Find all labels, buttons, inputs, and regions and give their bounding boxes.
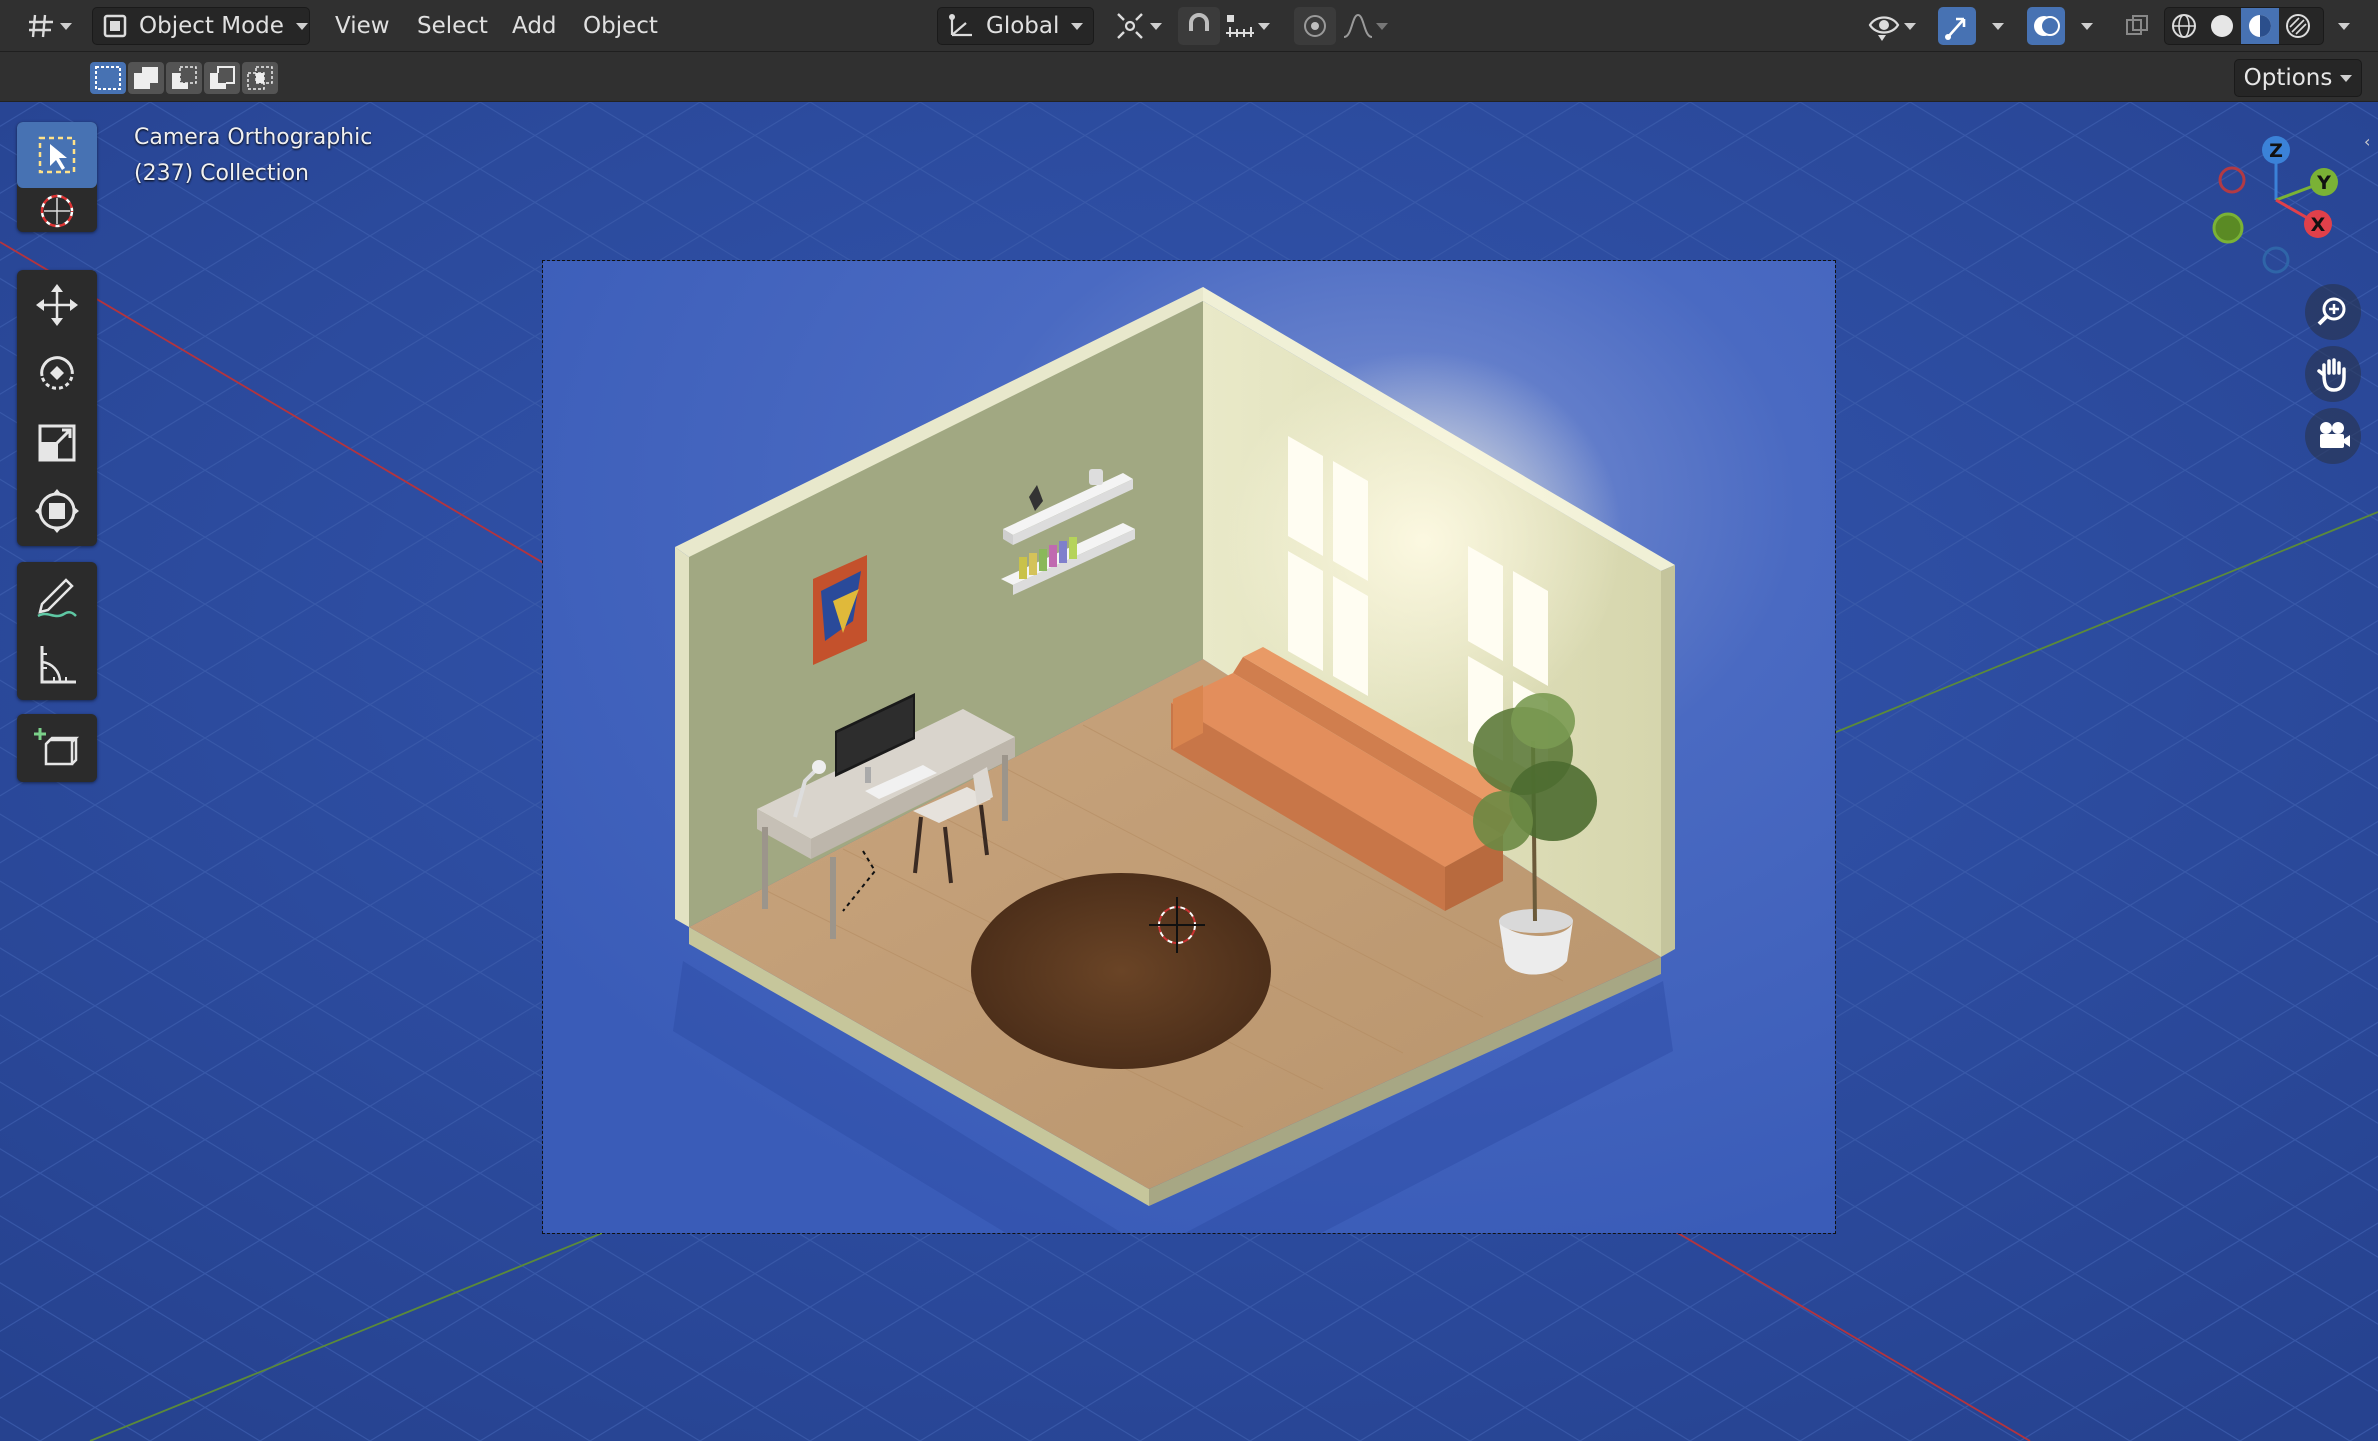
add-cube-icon	[34, 728, 80, 766]
room-render	[543, 261, 1835, 1233]
neg-z-axis-icon[interactable]	[2262, 246, 2290, 274]
z-axis-label: Z	[2269, 140, 2283, 162]
select-subtract-icon	[172, 66, 197, 89]
annotate-tool[interactable]	[17, 564, 97, 630]
wireframe-shading-button[interactable]	[2165, 8, 2203, 44]
camera-view-button[interactable]	[2305, 408, 2361, 464]
mode-dropdown[interactable]: Object Mode	[92, 7, 310, 45]
falloff-button[interactable]	[1340, 7, 1396, 45]
add-cube-tool[interactable]	[17, 716, 97, 782]
solid-shading-icon	[2211, 15, 2233, 37]
viewport-info: Camera Orthographic (237) Collection	[134, 120, 372, 192]
select-mode-intersect[interactable]	[242, 62, 278, 94]
navigation-gizmo[interactable]: Z Y X	[2198, 126, 2348, 286]
sidebar-toggle[interactable]: ‹	[2364, 132, 2378, 152]
select-extend-icon	[134, 67, 158, 89]
orientation-label: Global	[986, 13, 1060, 39]
annotate-tool-group	[17, 562, 97, 700]
gizmo-toggle[interactable]	[1938, 7, 1976, 45]
menu-select[interactable]: Select	[417, 10, 488, 42]
transform-tool-group	[17, 270, 97, 546]
select-box-icon	[38, 136, 76, 174]
snap-increment-icon	[1226, 15, 1254, 37]
select-mode-new[interactable]	[90, 62, 126, 94]
x-axis-label: X	[2311, 214, 2326, 236]
rotate-tool[interactable]	[17, 340, 97, 406]
object-mode-icon	[103, 14, 127, 38]
scale-icon	[38, 424, 76, 462]
grid-editor-icon	[29, 14, 53, 38]
solid-shading-button[interactable]	[2203, 8, 2241, 44]
shading-dropdown[interactable]	[2326, 7, 2360, 45]
annotate-pencil-icon	[37, 578, 77, 618]
editor-type-button[interactable]	[18, 7, 78, 45]
wireframe-shading-icon	[2172, 14, 2196, 38]
snap-magnet-icon	[1189, 13, 1209, 31]
overlays-toggle[interactable]	[2027, 7, 2065, 45]
camera-view-icon	[2320, 422, 2350, 448]
scale-tool[interactable]	[17, 410, 97, 476]
snap-target-button[interactable]	[1222, 7, 1280, 45]
material-shading-button[interactable]	[2241, 8, 2279, 44]
transform-icon	[35, 489, 79, 533]
measure-ruler-icon	[40, 646, 76, 684]
xray-toggle[interactable]	[2118, 7, 2156, 45]
add-tool-group	[17, 714, 97, 782]
neg-y-axis-icon[interactable]	[2212, 212, 2244, 244]
options-label: Options	[2243, 65, 2333, 91]
shading-group	[2164, 7, 2324, 45]
menu-view[interactable]: View	[335, 10, 390, 42]
snap-toggle[interactable]	[1178, 7, 1220, 45]
select-new-icon	[95, 66, 121, 90]
menu-object[interactable]: Object	[583, 10, 658, 42]
round-rug	[971, 873, 1271, 1069]
rendered-shading-icon	[2286, 14, 2310, 38]
blender-window: Object Mode View Select Add Object Globa…	[0, 0, 2378, 1441]
transform-tool[interactable]	[17, 478, 97, 544]
menu-add[interactable]: Add	[512, 10, 557, 42]
pan-hand-icon	[2317, 358, 2346, 392]
xray-icon	[2126, 15, 2148, 35]
mode-label: Object Mode	[139, 13, 284, 39]
pan-button[interactable]	[2305, 346, 2361, 402]
viewport-header: Object Mode View Select Add Object Globa…	[0, 0, 2378, 52]
eye-visibility-icon	[1868, 16, 1900, 41]
pivot-point-icon	[1117, 13, 1143, 39]
camera-frame[interactable]	[542, 260, 1836, 1234]
rotate-icon	[40, 356, 74, 390]
collection-info: (237) Collection	[134, 161, 309, 186]
move-tool[interactable]	[17, 272, 97, 338]
gizmo-dropdown[interactable]	[1980, 7, 2014, 45]
material-shading-icon	[2249, 15, 2271, 37]
select-intersect-icon	[247, 66, 273, 90]
cursor-crosshair-icon	[40, 194, 74, 228]
cursor-tool[interactable]	[17, 178, 97, 244]
tool-settings-bar	[0, 52, 2378, 102]
proportional-edit-icon	[1304, 15, 1326, 37]
select-mode-subtract[interactable]	[166, 62, 202, 94]
falloff-curve-icon	[1343, 13, 1373, 38]
select-mode-extend[interactable]	[128, 62, 164, 94]
overlays-dropdown[interactable]	[2069, 7, 2103, 45]
rendered-shading-button[interactable]	[2279, 8, 2317, 44]
transform-orientation-dropdown[interactable]: Global	[937, 7, 1094, 45]
select-mode-difference[interactable]	[204, 62, 240, 94]
orientation-axes-icon	[949, 14, 972, 37]
select-difference-icon	[210, 66, 235, 89]
measure-tool[interactable]	[17, 632, 97, 698]
visibility-button[interactable]	[1862, 7, 1922, 45]
zoom-button[interactable]	[2305, 284, 2361, 340]
gizmo-toggle-icon	[1945, 17, 1966, 40]
zoom-icon	[2317, 297, 2346, 326]
neg-x-axis-icon[interactable]	[2218, 166, 2246, 194]
pivot-point-button[interactable]	[1110, 7, 1170, 45]
proportional-edit-toggle[interactable]	[1294, 7, 1336, 45]
options-dropdown[interactable]: Options	[2234, 59, 2362, 97]
overlays-icon	[2034, 16, 2060, 36]
select-tool-group	[17, 122, 97, 232]
3d-viewport[interactable]: Camera Orthographic (237) Collection Z Y…	[0, 102, 2378, 1441]
y-axis-label: Y	[2316, 172, 2331, 194]
view-name: Camera Orthographic	[134, 125, 373, 150]
move-arrows-icon	[36, 284, 78, 326]
